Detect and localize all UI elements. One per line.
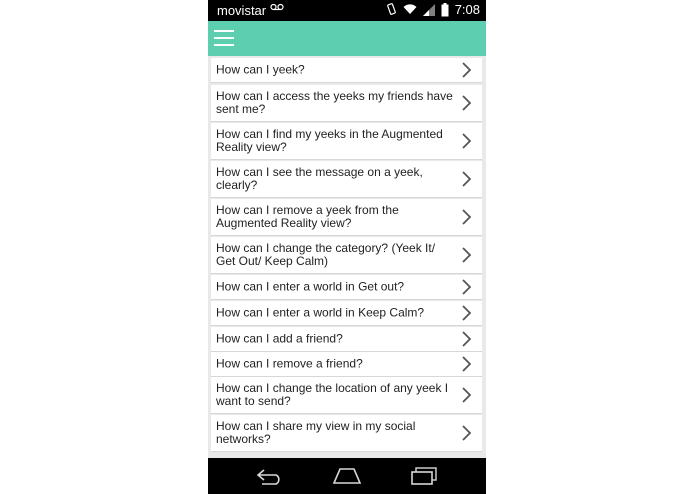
chevron-right-icon (462, 247, 471, 263)
faq-item-label: How can I yeek? (216, 62, 305, 77)
chevron-right-icon (462, 171, 471, 187)
voicemail-icon (270, 3, 284, 14)
faq-item-label: How can I access the yeeks my friends ha… (216, 89, 453, 116)
faq-item[interactable]: How can I change the category? (Yeek It/… (211, 237, 482, 274)
faq-item[interactable]: How can I add a friend? (211, 327, 482, 352)
navigation-bar (208, 458, 486, 494)
chevron-right-icon (462, 209, 471, 225)
faq-item-label: How can I enter a world in Get out? (216, 279, 405, 294)
chevron-right-icon (462, 305, 471, 321)
faq-item[interactable]: How can I remove a yeek from the Augment… (211, 199, 482, 236)
chevron-right-icon (462, 331, 471, 347)
faq-item[interactable]: How can I see the message on a yeek, cle… (211, 161, 482, 198)
faq-item[interactable]: How can I share my view in my social net… (211, 415, 482, 452)
chevron-right-icon (462, 387, 471, 403)
faq-item-label: How can I add a friend? (216, 331, 343, 346)
chevron-right-icon (462, 425, 471, 441)
wifi-icon (403, 4, 417, 15)
faq-item[interactable]: How can I find my yeeks in the Augmented… (211, 123, 482, 160)
clock: 7:08 (454, 2, 480, 17)
status-bar: movistar 7:08 (208, 0, 486, 21)
faq-item[interactable]: How can I enter a world in Keep Calm? (211, 301, 482, 326)
vibrate-icon (386, 3, 397, 16)
faq-item[interactable]: How can I change the location of any yee… (211, 377, 482, 414)
faq-item-label: How can I find my yeeks in the Augmented… (216, 127, 443, 154)
hamburger-menu-icon[interactable] (214, 30, 234, 47)
signal-icon (422, 3, 435, 16)
recents-icon[interactable] (410, 467, 438, 490)
phone-screen: movistar 7:08 How can I yeek? How can I … (208, 0, 486, 494)
faq-item-label: How can I remove a yeek from the Augment… (216, 203, 399, 230)
faq-item-label: How can I change the category? (Yeek It/… (216, 241, 436, 268)
faq-item[interactable]: How can I access the yeeks my friends ha… (211, 85, 482, 122)
faq-item-label: How can I see the message on a yeek, cle… (216, 165, 423, 192)
faq-item-label: How can I remove a friend? (216, 356, 363, 371)
chevron-right-icon (462, 133, 471, 149)
chevron-right-icon (462, 279, 471, 295)
faq-item-label: How can I change the location of any yee… (216, 381, 449, 408)
chevron-right-icon (462, 356, 471, 372)
app-bar (208, 21, 486, 56)
faq-item[interactable]: How can I yeek? (211, 58, 482, 83)
faq-item[interactable]: How can I remove a friend? (211, 352, 482, 377)
back-icon[interactable] (256, 467, 284, 490)
faq-item[interactable]: How can I enter a world in Get out? (211, 275, 482, 300)
carrier-name: movistar (217, 3, 267, 18)
home-icon[interactable] (332, 467, 362, 490)
chevron-right-icon (462, 95, 471, 111)
chevron-right-icon (462, 62, 471, 78)
faq-item-label: How can I share my view in my social net… (216, 419, 416, 446)
faq-item-label: How can I enter a world in Keep Calm? (216, 305, 425, 320)
battery-icon (441, 2, 449, 17)
